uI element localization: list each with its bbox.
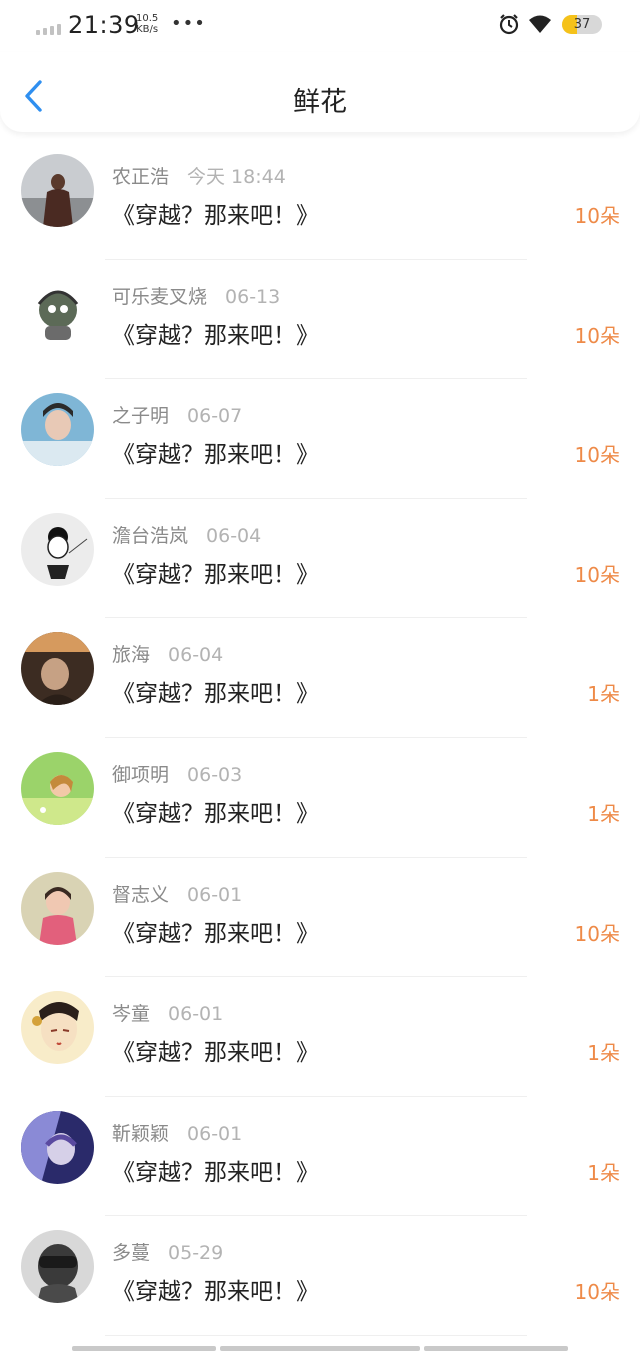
avatar-image	[21, 512, 94, 586]
sender-name[interactable]: 靳颖颖	[112, 1123, 169, 1145]
avatar[interactable]	[21, 871, 94, 945]
flower-list-item[interactable]: 多蔓 05-29 《穿越？那来吧！》 10朵	[0, 1216, 640, 1336]
book-title: 《穿越？那来吧！》	[112, 1159, 319, 1186]
flower-list-item[interactable]: 督志义 06-01 《穿越？那来吧！》 10朵	[0, 858, 640, 978]
flower-list: 农正浩 今天 18:44 《穿越？那来吧！》 10朵 可乐麦叉烧 06-13 《穿越？那来吧…	[0, 140, 640, 1336]
sender-name-row: 农正浩 今天 18:44	[112, 162, 286, 189]
sender-name[interactable]: 多蔓	[112, 1242, 150, 1264]
network-speed-value: 10.5	[136, 13, 159, 24]
sender-name-row: 之子明 06-07	[112, 401, 242, 428]
avatar-image	[21, 991, 94, 1065]
sent-date: 今天 18:44	[187, 166, 286, 188]
sender-name[interactable]: 农正浩	[112, 166, 169, 188]
avatar-image	[21, 154, 94, 227]
book-title: 《穿越？那来吧！》	[112, 800, 319, 827]
flower-list-item[interactable]: 澹台浩岚 06-04 《穿越？那来吧！》 10朵	[0, 499, 640, 619]
flower-count: 10朵	[574, 204, 620, 228]
book-title: 《穿越？那来吧！》	[112, 1279, 319, 1306]
battery-level: 37	[573, 17, 591, 32]
avatar-image	[21, 1230, 94, 1304]
sender-name[interactable]: 督志义	[112, 884, 169, 906]
sent-date: 06-01	[168, 1003, 224, 1026]
flower-list-item[interactable]: 可乐麦叉烧 06-13 《穿越？那来吧！》 10朵	[0, 260, 640, 380]
avatar-image	[21, 751, 94, 825]
sender-name[interactable]: 澹台浩岚	[112, 525, 188, 547]
flower-count: 10朵	[574, 323, 620, 348]
flower-count: 10朵	[574, 562, 620, 587]
flower-list-item[interactable]: 旅海 06-04 《穿越？那来吧！》 1朵	[0, 618, 640, 738]
flower-list-item[interactable]: 岑童 06-01 《穿越？那来吧！》 1朵	[0, 977, 640, 1097]
clock-time: 21:39	[68, 11, 140, 39]
page-title: 鲜花	[293, 87, 347, 118]
sent-date: 06-03	[187, 763, 243, 786]
sent-date: 06-04	[206, 524, 262, 547]
more-notifications-icon: •••	[171, 13, 206, 34]
avatar[interactable]	[21, 273, 94, 347]
book-title: 《穿越？那来吧！》	[112, 203, 319, 229]
signal-icon	[36, 24, 61, 35]
avatar-image	[21, 871, 94, 945]
flower-count: 10朵	[574, 1280, 620, 1305]
sender-name-row: 旅海 06-04	[112, 640, 223, 667]
battery-indicator: 37	[562, 15, 602, 34]
sender-name-row: 督志义 06-01	[112, 880, 242, 907]
flower-count: 1朵	[587, 801, 620, 826]
book-title: 《穿越？那来吧！》	[112, 681, 319, 708]
network-speed-unit: KB/s	[136, 24, 159, 35]
flower-count: 1朵	[587, 682, 620, 707]
sender-name[interactable]: 岑童	[112, 1003, 150, 1025]
wifi-icon	[528, 14, 552, 38]
sent-date: 05-29	[168, 1242, 224, 1265]
sent-date: 06-13	[225, 285, 281, 308]
avatar[interactable]	[21, 393, 94, 467]
sender-name-row: 御项明 06-03	[112, 760, 242, 787]
flower-count: 10朵	[574, 443, 620, 468]
sent-date: 06-01	[187, 883, 243, 906]
sender-name-row: 澹台浩岚 06-04	[112, 521, 261, 548]
sender-name[interactable]: 旅海	[112, 644, 150, 666]
avatar[interactable]	[21, 512, 94, 586]
navigation-bar: 鲜花	[0, 52, 640, 132]
network-speed: 10.5 KB/s	[136, 13, 158, 35]
avatar-image	[21, 393, 94, 467]
sent-date: 06-01	[187, 1122, 243, 1145]
sender-name[interactable]: 御项明	[112, 764, 169, 786]
sender-name-row: 可乐麦叉烧 06-13	[112, 282, 280, 309]
flower-list-item[interactable]: 之子明 06-07 《穿越？那来吧！》 10朵	[0, 379, 640, 499]
book-title: 《穿越？那来吧！》	[112, 442, 319, 469]
status-bar: 21:39 10.5 KB/s ••• 37	[0, 0, 640, 52]
flower-count: 10朵	[574, 921, 620, 946]
flower-list-item[interactable]: 御项明 06-03 《穿越？那来吧！》 1朵	[0, 738, 640, 858]
sender-name-row: 岑童 06-01	[112, 999, 223, 1026]
book-title: 《穿越？那来吧！》	[112, 322, 319, 349]
sent-date: 06-07	[187, 405, 243, 428]
system-navigation-bar	[0, 1346, 640, 1351]
flower-list-item[interactable]: 靳颖颖 06-01 《穿越？那来吧！》 1朵	[0, 1097, 640, 1217]
nav-handle-left[interactable]	[72, 1346, 216, 1351]
avatar[interactable]	[21, 1230, 94, 1304]
alarm-icon	[498, 13, 520, 39]
sent-date: 06-04	[168, 644, 224, 667]
avatar-image	[21, 632, 94, 706]
sender-name[interactable]: 可乐麦叉烧	[112, 286, 207, 308]
flower-count: 1朵	[587, 1160, 620, 1185]
avatar[interactable]	[21, 154, 94, 227]
book-title: 《穿越？那来吧！》	[112, 561, 319, 588]
avatar[interactable]	[21, 632, 94, 706]
divider	[105, 1334, 527, 1336]
avatar-image	[21, 273, 94, 347]
avatar[interactable]	[21, 1110, 94, 1184]
sender-name-row: 多蔓 05-29	[112, 1238, 223, 1265]
sender-name[interactable]: 之子明	[112, 405, 169, 427]
nav-handle-center[interactable]	[220, 1346, 420, 1351]
book-title: 《穿越？那来吧！》	[112, 1040, 319, 1067]
book-title: 《穿越？那来吧！》	[112, 920, 319, 947]
flower-list-item[interactable]: 农正浩 今天 18:44 《穿越？那来吧！》 10朵	[0, 140, 640, 260]
nav-handle-right[interactable]	[424, 1346, 568, 1351]
avatar[interactable]	[21, 751, 94, 825]
sender-name-row: 靳颖颖 06-01	[112, 1119, 242, 1146]
flower-count: 1朵	[587, 1041, 620, 1066]
avatar-image	[21, 1110, 94, 1184]
avatar[interactable]	[21, 991, 94, 1065]
